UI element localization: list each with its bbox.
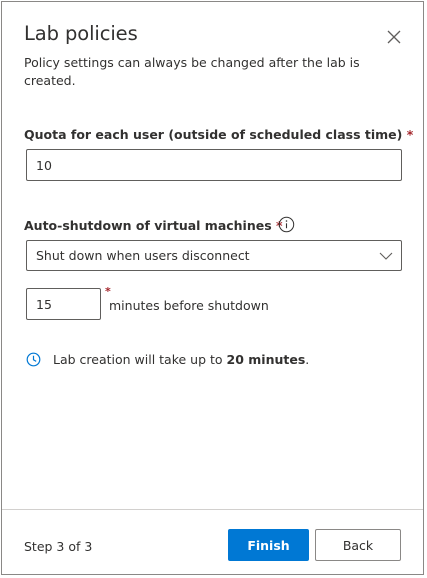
minutes-input[interactable] <box>26 288 101 320</box>
auto-shutdown-dropdown[interactable]: Shut down when users disconnect <box>26 240 402 271</box>
dialog-footer: Step 3 of 3 Finish Back <box>2 509 423 575</box>
minutes-label: minutes before shutdown <box>109 298 269 313</box>
dialog-subtitle: Policy settings can always be changed af… <box>24 55 360 88</box>
back-button[interactable]: Back <box>315 529 401 561</box>
minutes-required-mark: * <box>105 285 111 298</box>
close-button[interactable] <box>383 26 405 48</box>
auto-shutdown-label: Auto-shutdown of virtual machines <box>24 218 272 233</box>
lab-creation-note: Lab creation will take up to 20 minutes. <box>26 352 309 367</box>
clock-icon <box>26 352 41 367</box>
quota-input[interactable] <box>26 149 402 181</box>
chevron-down-icon <box>379 252 393 260</box>
auto-shutdown-selected-option: Shut down when users disconnect <box>36 248 250 263</box>
dialog-title: Lab policies <box>24 22 138 45</box>
quota-required-mark: * <box>406 127 414 142</box>
note-text-suffix: . <box>305 352 310 367</box>
quota-label: Quota for each user (outside of schedule… <box>24 127 403 142</box>
auto-shutdown-label-row: Auto-shutdown of virtual machines * <box>24 218 283 233</box>
step-indicator: Step 3 of 3 <box>24 539 93 554</box>
note-text-prefix: Lab creation will take up to <box>53 352 227 367</box>
quota-label-row: Quota for each user (outside of schedule… <box>24 127 413 142</box>
note-text-bold: 20 minutes <box>226 352 306 367</box>
finish-button[interactable]: Finish <box>228 529 309 561</box>
lab-policies-dialog: Lab policies Policy settings can always … <box>1 1 424 575</box>
info-icon[interactable] <box>278 216 295 233</box>
close-icon <box>387 30 401 44</box>
